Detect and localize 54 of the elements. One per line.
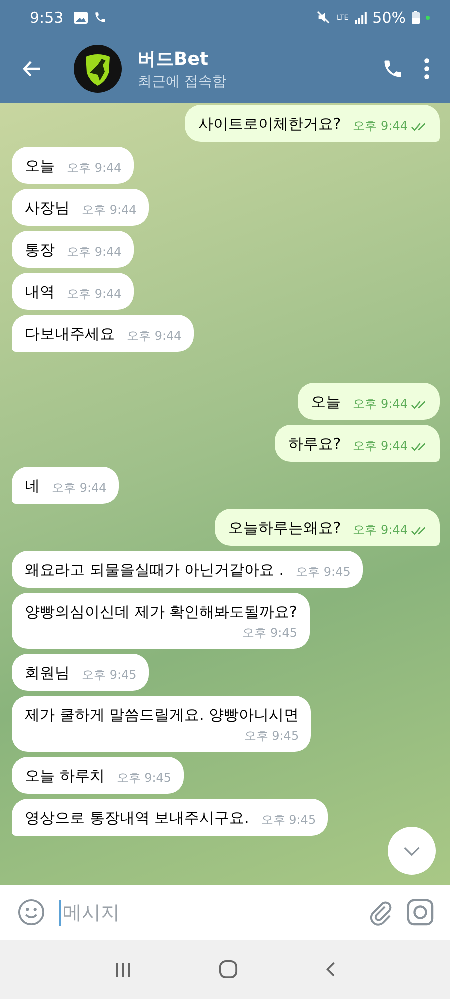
message-time: 오후 9:44 — [127, 328, 182, 345]
message-time: 오후 9:44 — [353, 522, 408, 539]
dot-icon — [426, 16, 430, 20]
message-time: 오후 9:45 — [116, 770, 172, 787]
message-text: 영상으로 통장내역 보내주시구요. — [25, 808, 250, 829]
chevron-down-icon — [403, 846, 421, 856]
message-time: 오후 9:45 — [242, 625, 298, 642]
avatar-icon[interactable] — [74, 45, 122, 93]
message-text: 통장 — [25, 240, 55, 261]
paperclip-icon[interactable] — [369, 900, 393, 926]
message-time: 오후 9:44 — [67, 160, 122, 177]
chat-title: 버드Bet — [138, 48, 210, 71]
message-text: 사장님 — [25, 198, 70, 219]
message-text: 사이트로이체한거요? — [198, 114, 342, 135]
back-arrow-icon — [22, 59, 42, 79]
battery-percent: 50% — [372, 8, 406, 26]
message-time: 오후 9:44 — [353, 438, 408, 455]
battery-icon — [412, 11, 420, 24]
message-time: 오후 9:44 — [67, 286, 122, 303]
camera-icon[interactable] — [407, 899, 434, 926]
message-time: 오후 9:45 — [296, 564, 351, 581]
last-seen-status: 최근에 접속함 — [138, 73, 228, 91]
message-text: 내역 — [25, 282, 55, 303]
message-text: 오늘 — [311, 392, 342, 413]
message-input[interactable]: 메시지 — [59, 900, 355, 926]
message-text: 오늘하루는왜요? — [228, 518, 342, 539]
message-time: 오후 9:44 — [52, 480, 107, 497]
message-text: 양빵의심이신데 제가 확인해봐도될까요? — [25, 602, 298, 623]
message-time: 오후 9:45 — [82, 667, 137, 684]
home-icon[interactable] — [218, 960, 238, 979]
recent-apps-icon[interactable] — [114, 960, 132, 978]
more-icon — [424, 58, 430, 80]
message-text: 네 — [25, 476, 40, 497]
status-time: 9:53 — [30, 8, 64, 26]
message-time: 오후 9:44 — [82, 202, 137, 219]
message-text: 오늘 — [25, 156, 55, 177]
message-text: 제가 쿨하게 말씀드릴게요. 양빵아니시면 — [25, 705, 300, 726]
message-text: 다보내주세요 — [25, 324, 115, 345]
message-text: 왜요라고 되물을실때가 아닌거같아요 . — [25, 560, 284, 581]
emoji-icon[interactable] — [18, 899, 45, 926]
back-icon[interactable] — [325, 961, 336, 978]
image-icon — [74, 12, 88, 24]
mute-icon — [316, 10, 332, 25]
phone-icon — [382, 58, 404, 80]
message-text: 하루요? — [288, 434, 342, 455]
message-text: 오늘 하루치 — [25, 766, 105, 787]
phone-icon — [94, 11, 107, 24]
message-text: 회원님 — [25, 663, 70, 684]
message-time: 오후 9:44 — [67, 244, 122, 261]
message-time: 오후 9:44 — [353, 118, 408, 135]
message-time: 오후 9:45 — [261, 812, 316, 829]
message-time: 오후 9:44 — [353, 396, 408, 413]
message-time: 오후 9:45 — [244, 728, 300, 745]
signal-icon — [354, 12, 367, 24]
